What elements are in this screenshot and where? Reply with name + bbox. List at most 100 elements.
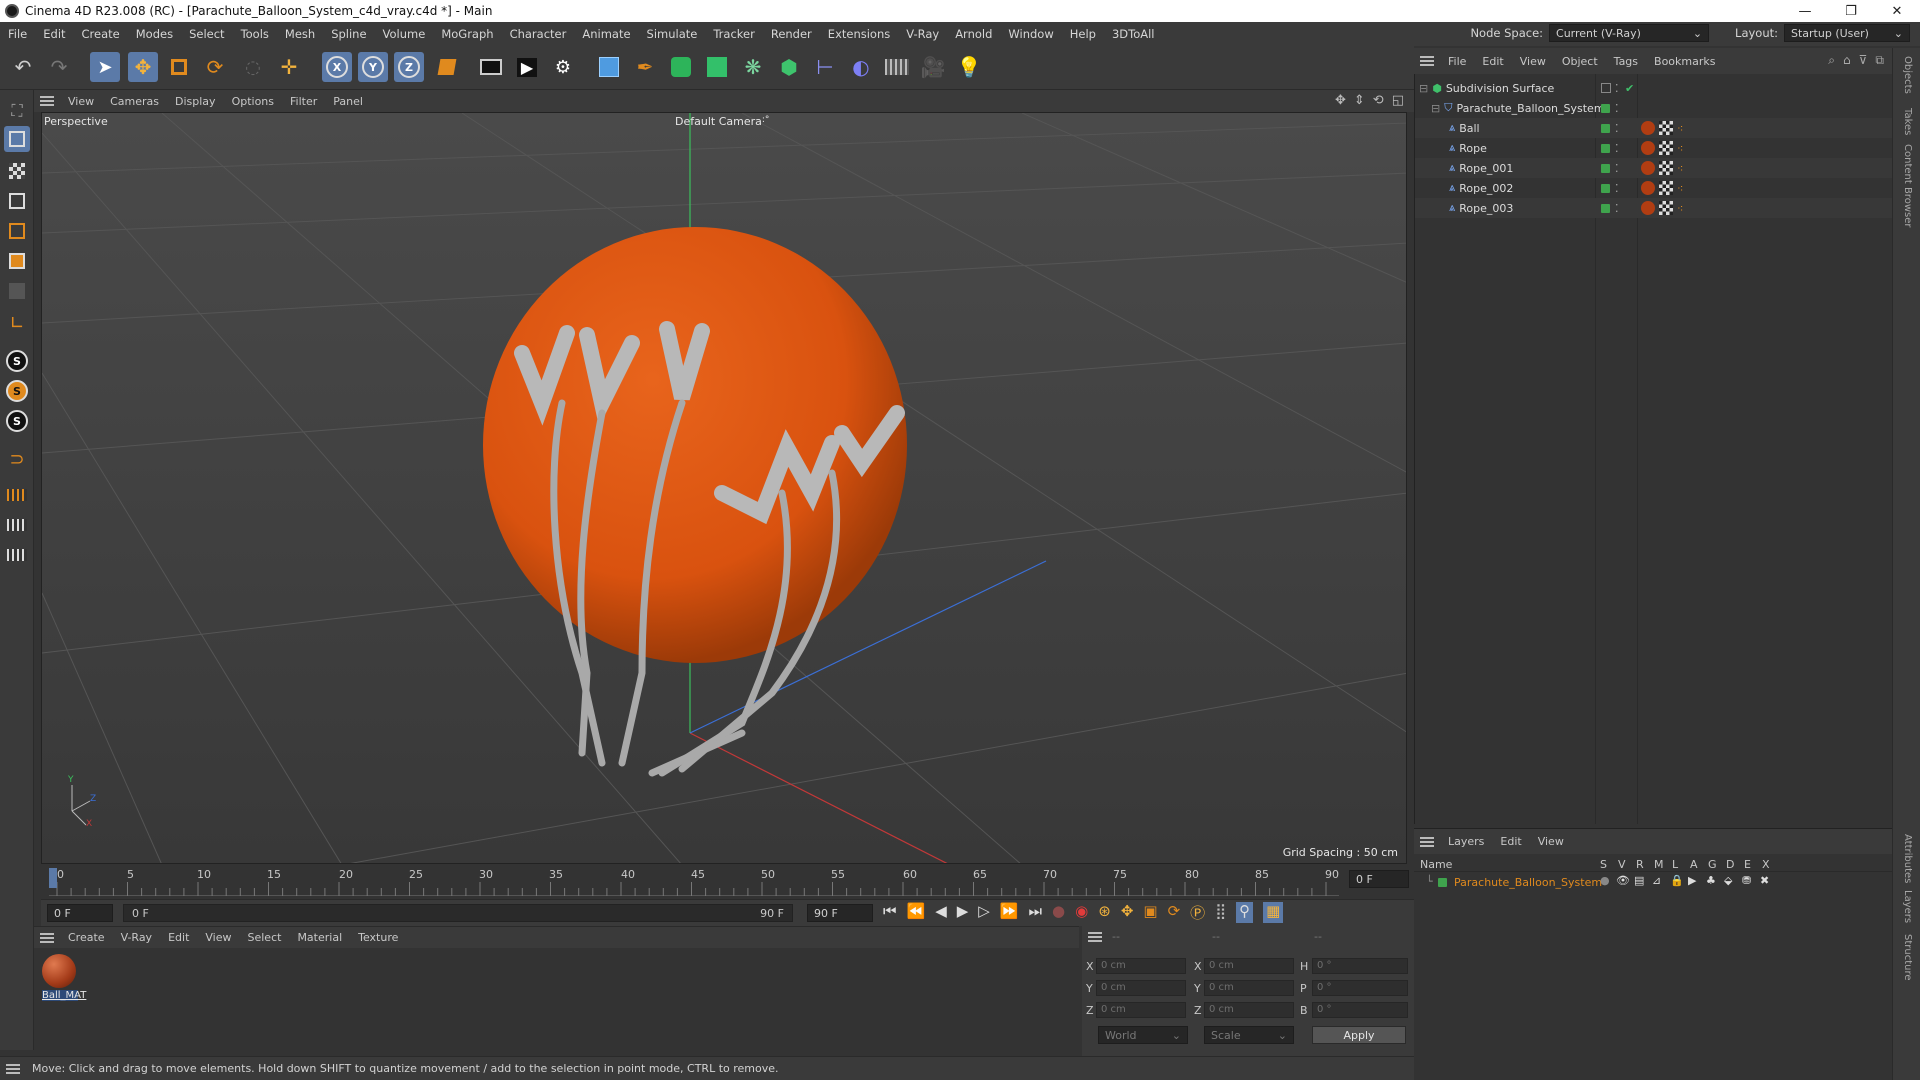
- live-selection-button[interactable]: ➤: [90, 52, 120, 82]
- expressions-toggle-icon[interactable]: ⛃: [1742, 874, 1751, 887]
- manager-toggle-icon[interactable]: ⊿: [1652, 874, 1661, 887]
- prev-key-button[interactable]: ⏪: [907, 902, 926, 923]
- object-row[interactable]: ⩓ Rope_003 ⁚ ⁖: [1415, 198, 1893, 218]
- tab-layers[interactable]: Layers: [1902, 890, 1913, 923]
- viewport-menu-options[interactable]: Options: [224, 95, 282, 108]
- record-keys-button[interactable]: ●: [1052, 902, 1065, 923]
- object-menu-tags[interactable]: Tags: [1606, 55, 1646, 68]
- recent-tool-button[interactable]: ◌: [238, 52, 268, 82]
- layer-menu-edit[interactable]: Edit: [1492, 835, 1529, 848]
- key-pla-button[interactable]: ⣿: [1215, 902, 1226, 923]
- uvw-tag-icon[interactable]: [1659, 181, 1673, 195]
- autokey-button[interactable]: ◉: [1075, 902, 1088, 923]
- layer-color-icon[interactable]: [1601, 103, 1610, 113]
- subdivision-button[interactable]: [666, 52, 696, 82]
- generators-toggle-icon[interactable]: ♣: [1706, 874, 1716, 887]
- render-settings-button[interactable]: ⚙: [548, 52, 578, 82]
- vray-tag-icon[interactable]: ⁖: [1677, 122, 1683, 135]
- material-tag-icon[interactable]: [1641, 181, 1655, 195]
- tab-structure[interactable]: Structure: [1902, 934, 1913, 981]
- snap-settings-button[interactable]: S: [4, 378, 30, 404]
- menu-3dtoall[interactable]: 3DToAll: [1104, 27, 1163, 41]
- mograph-cloner-button[interactable]: ❋: [738, 52, 768, 82]
- status-menu-icon[interactable]: [6, 1063, 20, 1074]
- key-scale-button[interactable]: ▣: [1143, 902, 1157, 923]
- snap-button[interactable]: S: [4, 348, 30, 374]
- deformers-toggle-icon[interactable]: ⬙: [1724, 874, 1732, 887]
- size-z-field[interactable]: 0 cm: [1204, 1002, 1294, 1018]
- perspective-viewport[interactable]: Perspective Default Camera :° Y Z X Grid…: [41, 112, 1407, 864]
- layer-color-icon[interactable]: [1438, 878, 1447, 887]
- search-icon[interactable]: ⌕: [1828, 53, 1835, 68]
- key-rotation-button[interactable]: ⟳: [1168, 902, 1181, 923]
- new-window-icon[interactable]: ⧉: [1875, 53, 1884, 68]
- layout-dropdown[interactable]: Startup (User) ⌄: [1784, 24, 1910, 42]
- menu-tools[interactable]: Tools: [233, 27, 277, 41]
- extrude-button[interactable]: [702, 52, 732, 82]
- uvw-tag-icon[interactable]: [1659, 161, 1673, 175]
- light-button[interactable]: 💡: [954, 52, 984, 82]
- visibility-dots[interactable]: ⁚: [1615, 202, 1619, 215]
- object-row[interactable]: ⩓ Rope_001 ⁚ ⁖: [1415, 158, 1893, 178]
- visible-eye-icon[interactable]: 👁: [1616, 874, 1630, 887]
- minimize-button[interactable]: —: [1782, 0, 1828, 22]
- viewport-menu-display[interactable]: Display: [167, 95, 224, 108]
- visibility-dots[interactable]: ⁚: [1615, 82, 1619, 95]
- deformer-button[interactable]: ⬢: [774, 52, 804, 82]
- current-frame-field[interactable]: 0 F: [1349, 870, 1409, 888]
- range-slider[interactable]: 0 F 90 F: [123, 904, 793, 922]
- menu-extensions[interactable]: Extensions: [820, 27, 898, 41]
- rot-p-field[interactable]: 0 °: [1312, 980, 1408, 996]
- vray-tag-icon[interactable]: ⁖: [1677, 142, 1683, 155]
- tab-objects[interactable]: Objects: [1902, 56, 1913, 94]
- uvw-tag-icon[interactable]: [1659, 201, 1673, 215]
- object-menu-view[interactable]: View: [1512, 55, 1554, 68]
- scale-tool-button[interactable]: [164, 52, 194, 82]
- model-mode-button[interactable]: ⛶: [4, 98, 30, 124]
- start-frame-field[interactable]: 0 F: [47, 904, 113, 922]
- enabled-check-icon[interactable]: ✔: [1625, 82, 1634, 95]
- goto-end-button[interactable]: ⏭: [1029, 902, 1043, 923]
- tab-content-browser[interactable]: Content Browser: [1902, 144, 1913, 227]
- menu-spline[interactable]: Spline: [323, 27, 374, 41]
- viewport-menu-cameras[interactable]: Cameras: [102, 95, 167, 108]
- material-tag-icon[interactable]: [1641, 121, 1655, 135]
- goto-start-button[interactable]: ⏮: [883, 902, 897, 923]
- rotate-tool-button[interactable]: ⟳: [200, 52, 230, 82]
- material-tag-icon[interactable]: [1641, 141, 1655, 155]
- object-row[interactable]: ⊟ ⛉ Parachute_Balloon_System ⁚: [1415, 98, 1893, 118]
- object-row[interactable]: ⩓ Rope ⁚ ⁖: [1415, 138, 1893, 158]
- field-button[interactable]: ⊢: [810, 52, 840, 82]
- menu-edit[interactable]: Edit: [35, 27, 73, 41]
- layer-color-icon[interactable]: [1601, 123, 1610, 133]
- pos-x-field[interactable]: 0 cm: [1096, 958, 1186, 974]
- lock-icon[interactable]: 🔒: [1670, 874, 1684, 887]
- object-menu-bookmarks[interactable]: Bookmarks: [1646, 55, 1723, 68]
- keyframe-selection-button[interactable]: ⊛: [1098, 902, 1111, 923]
- floor-button[interactable]: [882, 52, 912, 82]
- render-picture-viewer-button[interactable]: ▶: [512, 52, 542, 82]
- home-icon[interactable]: ⌂: [1843, 53, 1851, 68]
- menu-mograph[interactable]: MoGraph: [433, 27, 501, 41]
- object-menu-icon[interactable]: [1420, 56, 1434, 66]
- menu-modes[interactable]: Modes: [128, 27, 181, 41]
- uvw-tag-icon[interactable]: [1659, 141, 1673, 155]
- object-mode-button[interactable]: [4, 126, 30, 152]
- visibility-dots[interactable]: ⁚: [1615, 102, 1619, 115]
- undo-button[interactable]: ↶: [8, 52, 38, 82]
- coords-menu-icon[interactable]: [1088, 932, 1102, 942]
- menu-create[interactable]: Create: [74, 27, 128, 41]
- material-menu-select[interactable]: Select: [240, 931, 290, 944]
- uv-mode-button[interactable]: [4, 278, 30, 304]
- prev-frame-button[interactable]: ◀: [935, 902, 947, 923]
- workplane-button[interactable]: [4, 482, 30, 508]
- menu-file[interactable]: File: [0, 27, 35, 41]
- planar-workplane-button[interactable]: [4, 512, 30, 538]
- visibility-dots[interactable]: ⁚: [1615, 122, 1619, 135]
- collapse-icon[interactable]: ⊟: [1419, 82, 1428, 95]
- layer-menu-icon[interactable]: [1420, 836, 1434, 847]
- layer-toggle[interactable]: [1601, 83, 1611, 93]
- object-menu-edit[interactable]: Edit: [1474, 55, 1511, 68]
- end-frame-field[interactable]: 90 F: [807, 904, 873, 922]
- coordinate-mode-dropdown[interactable]: World ⌄: [1098, 1026, 1188, 1044]
